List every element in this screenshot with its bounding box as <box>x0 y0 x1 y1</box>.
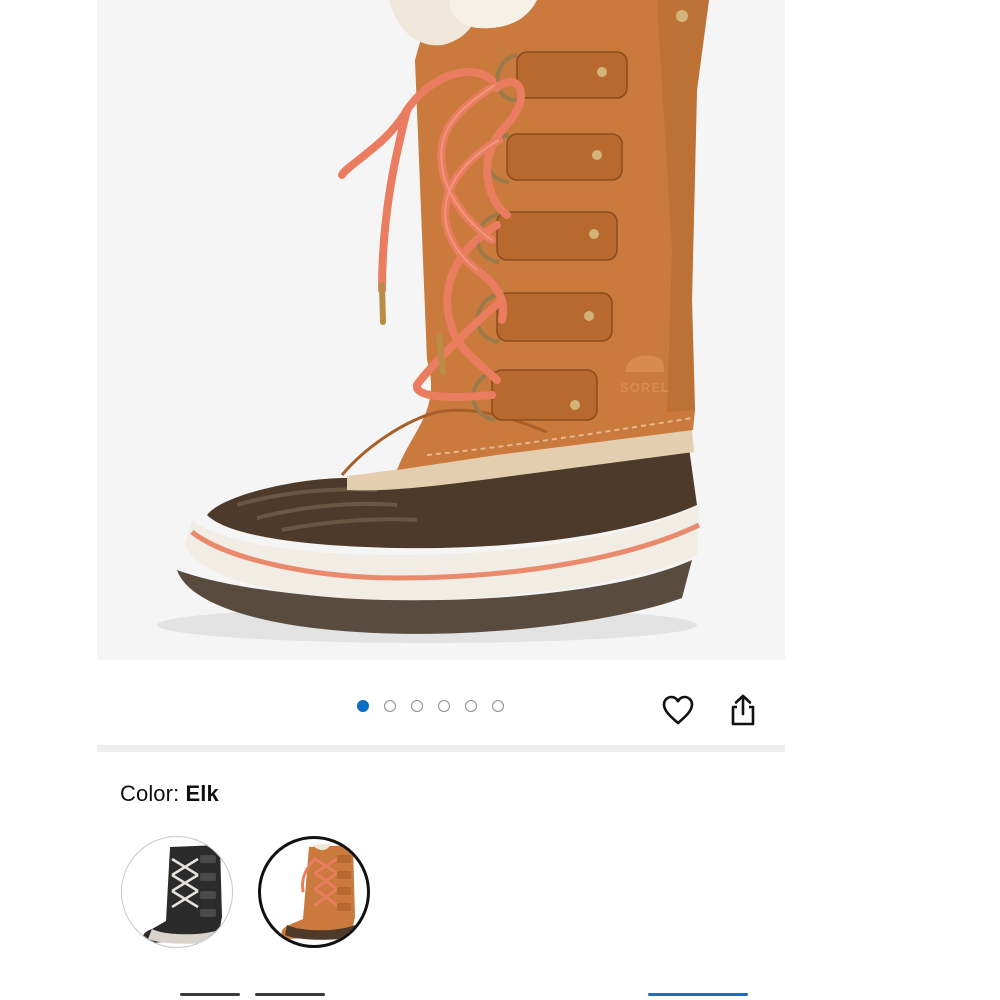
color-swatch-elk[interactable] <box>258 836 370 948</box>
favorite-button[interactable] <box>660 692 696 728</box>
carousel-dot-4[interactable] <box>438 700 450 712</box>
cut-off-link-fragment <box>648 993 748 996</box>
section-divider <box>97 745 785 752</box>
black-boot-thumbnail <box>143 845 222 944</box>
next-section-preview <box>0 985 1000 1000</box>
share-icon <box>731 694 755 726</box>
carousel-dot-1[interactable] <box>357 700 369 712</box>
carousel-dots <box>357 700 504 716</box>
selected-color-value: Elk <box>185 781 219 806</box>
product-detail-screen: SOREL Color: Elk <box>0 0 1000 1000</box>
carousel-dot-6[interactable] <box>492 700 504 712</box>
share-button[interactable] <box>725 692 761 728</box>
color-label-prefix: Color: <box>120 781 186 806</box>
carousel-dot-5[interactable] <box>465 700 477 712</box>
brand-logo-text: SOREL <box>620 380 670 395</box>
cut-off-text-fragment <box>255 993 325 996</box>
product-image[interactable]: SOREL <box>97 0 785 660</box>
boot-illustration: SOREL <box>157 0 709 643</box>
carousel-dot-2[interactable] <box>384 700 396 712</box>
color-label: Color: Elk <box>120 781 219 807</box>
heart-outline-icon <box>662 695 694 725</box>
image-carousel-controls <box>97 660 785 744</box>
color-swatch-black[interactable] <box>121 836 233 948</box>
elk-boot-thumbnail <box>281 843 355 940</box>
carousel-dot-3[interactable] <box>411 700 423 712</box>
cut-off-text-fragment <box>180 993 240 996</box>
